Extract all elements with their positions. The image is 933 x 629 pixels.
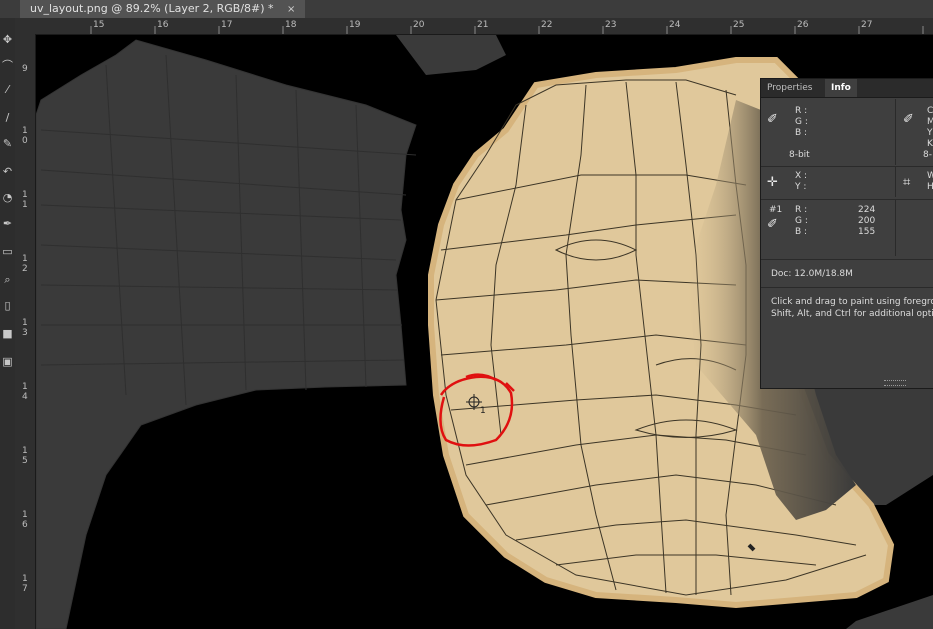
ruler-label: 1 0 [22, 126, 28, 146]
tool-hint-line-2: Shift, Alt, and Ctrl for additional opti… [771, 309, 933, 319]
hand-tool-icon[interactable]: ▯ [0, 296, 15, 316]
sample-g-label: G : [795, 216, 808, 226]
horizontal-ruler: 15 16 17 18 19 20 21 22 23 24 25 26 27 [36, 18, 933, 35]
ruler-label: 23 [605, 20, 617, 30]
ruler-label: 20 [413, 20, 425, 30]
sample-id: #1 [769, 205, 783, 215]
magic-wand-icon[interactable]: ⁄ [0, 80, 15, 100]
ruler-corner [15, 18, 36, 34]
info-panel: Properties Info ✐ R : G : B : 8-bit ✐ C … [760, 78, 933, 389]
lasso-tool-icon[interactable]: ⌒ [0, 56, 15, 76]
quick-mask-icon[interactable]: ▣ [0, 352, 15, 372]
ruler-label: 1 3 [22, 318, 28, 338]
cmyk-c-label: C [927, 106, 933, 116]
document-tab-title: uv_layout.png @ 89.2% (Layer 2, RGB/8#) … [30, 2, 274, 15]
rgb-b-label: B : [795, 128, 808, 138]
pencil-tool-icon[interactable]: ✎ [0, 134, 15, 154]
ruler-label: 1 7 [22, 574, 28, 594]
vertical-ruler: 9 1 0 1 1 1 2 1 3 1 4 1 5 1 6 1 7 [15, 34, 36, 629]
eyedropper-icon: ✐ [767, 112, 778, 127]
tools-panel: ✥ ⌒ ⁄ / ✎ ↶ ◔ ✒ ▭ ⌕ ▯ ■ ▣ [0, 18, 16, 629]
height-label: H [927, 182, 933, 192]
ruler-label: 1 1 [22, 190, 28, 210]
cmyk-k-label: K [927, 139, 933, 149]
ruler-label: 25 [733, 20, 745, 30]
dodge-tool-icon[interactable]: ◔ [0, 188, 15, 208]
x-coord-label: X : [795, 171, 808, 181]
rgb-bit-depth: 8-bit [789, 150, 810, 160]
ruler-label: 24 [669, 20, 681, 30]
ruler-label: 17 [221, 20, 233, 30]
eyedropper-icon: ✐ [903, 112, 914, 127]
color-swatch-icon[interactable]: ■ [0, 324, 15, 344]
sample-r-label: R : [795, 205, 808, 215]
ruler-label: 19 [349, 20, 361, 30]
sample-b-value: 155 [858, 227, 876, 237]
crosshair-icon: ✛ [767, 175, 778, 190]
ruler-label: 22 [541, 20, 553, 30]
width-label: W [927, 171, 933, 181]
ruler-label: 21 [477, 20, 489, 30]
zoom-tool-icon[interactable]: ⌕ [0, 270, 15, 290]
ruler-label: 26 [797, 20, 809, 30]
history-brush-icon[interactable]: ↶ [0, 162, 15, 182]
ruler-label: 9 [22, 64, 28, 74]
y-coord-label: Y : [795, 182, 807, 192]
sample-g-value: 200 [858, 216, 876, 226]
ruler-label: 1 2 [22, 254, 28, 274]
panel-resize-grip[interactable] [884, 380, 906, 386]
cmyk-m-label: M [927, 117, 933, 127]
document-tab[interactable]: uv_layout.png @ 89.2% (Layer 2, RGB/8#) … [20, 0, 306, 18]
close-tab-icon[interactable]: × [287, 4, 295, 15]
ruler-label: 1 4 [22, 382, 28, 402]
bounding-box-icon: ⌗ [903, 175, 911, 190]
tab-properties[interactable]: Properties [761, 79, 818, 97]
ruler-label: 15 [93, 20, 105, 30]
sample-r-value: 224 [858, 205, 876, 215]
ruler-label: 16 [157, 20, 169, 30]
document-size: Doc: 12.0M/18.8M [771, 269, 853, 279]
brush-tool-icon[interactable]: / [0, 108, 15, 128]
cursor-label: 1 [480, 406, 486, 416]
ruler-label: 1 5 [22, 446, 28, 466]
tab-info[interactable]: Info [825, 79, 857, 97]
tool-hint-line-1: Click and drag to paint using foregro [771, 297, 933, 307]
rgb-g-label: G : [795, 117, 808, 127]
document-tab-bar: uv_layout.png @ 89.2% (Layer 2, RGB/8#) … [0, 0, 933, 19]
sample-b-label: B : [795, 227, 808, 237]
ruler-label: 1 6 [22, 510, 28, 530]
move-tool-icon[interactable]: ✥ [0, 30, 15, 50]
ruler-label: 18 [285, 20, 297, 30]
cmyk-y-label: Y [927, 128, 933, 138]
color-sampler-icon: ✐ [767, 217, 778, 232]
rgb-r-label: R : [795, 106, 808, 116]
cmyk-bit-depth: 8- [923, 150, 932, 160]
ruler-label: 27 [861, 20, 873, 30]
panel-tab-bar: Properties Info [761, 79, 933, 98]
pen-tool-icon[interactable]: ✒ [0, 214, 15, 234]
shape-tool-icon[interactable]: ▭ [0, 242, 15, 262]
